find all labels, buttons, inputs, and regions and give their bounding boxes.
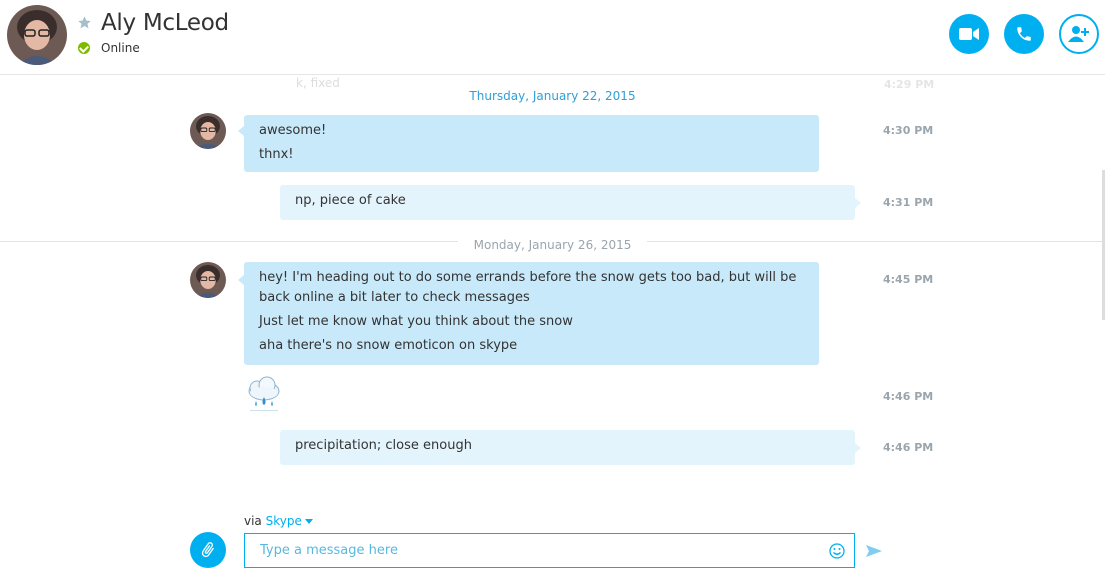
video-call-button[interactable] [949, 14, 989, 54]
service-dropdown[interactable]: Skype [266, 514, 313, 528]
via-label: via [244, 514, 262, 528]
message-text: awesome! [259, 123, 327, 138]
bubble-tail [855, 443, 861, 453]
favorite-star-icon[interactable] [77, 15, 92, 34]
message-text: precipitation; close enough [295, 438, 472, 453]
rain-cloud-emoticon-icon[interactable] [244, 375, 284, 415]
date-separator: Thursday, January 22, 2015 [0, 89, 1105, 103]
phone-icon [1017, 27, 1031, 41]
sender-avatar[interactable] [190, 262, 226, 298]
attach-button[interactable] [190, 532, 226, 568]
message-bubble-incoming[interactable]: hey! I'm heading out to do some errands … [244, 262, 819, 365]
service-name: Skype [265, 514, 302, 528]
sender-avatar[interactable] [190, 113, 226, 149]
online-status-icon [78, 42, 90, 54]
message-time: 4:45 PM [883, 273, 934, 286]
video-camera-icon [959, 28, 979, 40]
audio-call-button[interactable] [1004, 14, 1044, 54]
message-text: thnx! [259, 147, 294, 162]
message-bubble-incoming[interactable]: awesome! thnx! [244, 115, 819, 172]
message-text: aha there's no snow emoticon on skype [259, 338, 518, 353]
contact-name[interactable]: Aly McLeod [101, 10, 229, 36]
paperclip-icon [201, 542, 214, 558]
add-people-button[interactable] [1059, 14, 1099, 54]
send-icon[interactable] [866, 543, 882, 559]
message-bubble-outgoing[interactable]: np, piece of cake [280, 185, 855, 220]
add-person-icon [1068, 26, 1089, 42]
chevron-down-icon [304, 519, 313, 524]
emoticon-picker-icon[interactable] [829, 543, 845, 559]
message-text: Just let me know what you think about th… [259, 314, 573, 329]
presence-status: Online [101, 41, 140, 55]
message-input[interactable] [245, 534, 830, 567]
message-time: 4:30 PM [883, 124, 934, 137]
contact-avatar[interactable] [7, 5, 67, 65]
date-label: Monday, January 26, 2015 [457, 238, 648, 252]
message-time: 4:31 PM [883, 196, 934, 209]
message-input-box[interactable] [244, 533, 855, 568]
message-text: hey! I'm heading out to do some errands … [259, 270, 797, 305]
bubble-tail [855, 198, 861, 208]
message-text: np, piece of cake [295, 193, 406, 208]
via-service-selector: via Skype [244, 514, 313, 528]
message-time: 4:46 PM [883, 390, 934, 403]
date-label: Thursday, January 22, 2015 [469, 89, 636, 103]
conversation-header: Aly McLeod Online [0, 0, 1105, 75]
message-time: 4:46 PM [883, 441, 934, 454]
date-separator: Monday, January 26, 2015 [0, 234, 1105, 253]
faded-previous-message: k, fixed [296, 76, 340, 90]
message-bubble-outgoing[interactable]: precipitation; close enough [280, 430, 855, 465]
